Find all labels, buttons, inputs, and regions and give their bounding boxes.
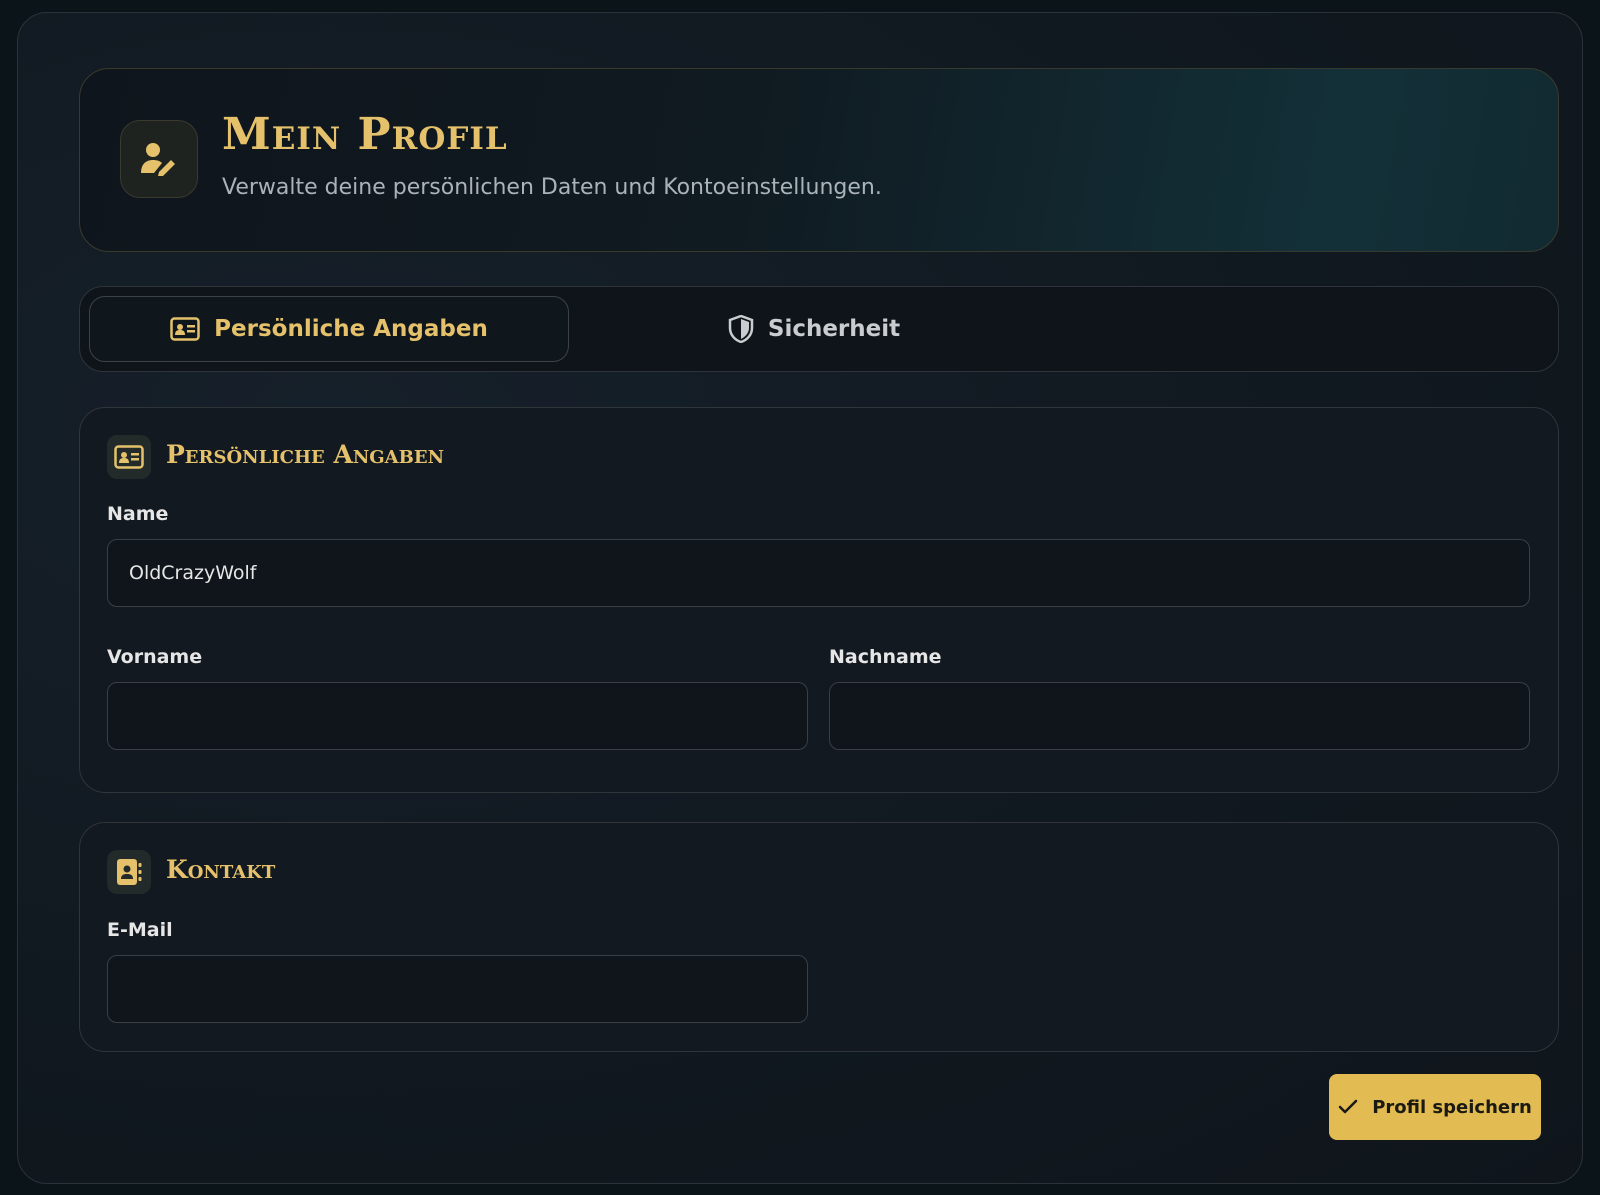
tab-security-label: Sicherheit (767, 316, 901, 342)
profile-panel: Mein Profil Verwalte deine persönlichen … (17, 12, 1583, 1184)
user-edit-icon (141, 143, 175, 176)
email-label: E-Mail (107, 919, 173, 941)
save-profile-button[interactable]: Profil speichern (1329, 1074, 1541, 1140)
personal-info-section: Persönliche Angaben Name OldCrazyWolf Vo… (79, 407, 1559, 793)
section-icon-box (107, 435, 151, 479)
save-profile-label: Profil speichern (1372, 1096, 1532, 1118)
email-field[interactable] (107, 955, 808, 1023)
tab-security[interactable]: Sicherheit (569, 296, 1059, 362)
section-icon-box (107, 850, 151, 894)
id-card-icon (170, 317, 200, 341)
header-icon-box (120, 120, 198, 198)
tab-personal-info[interactable]: Persönliche Angaben (89, 296, 569, 362)
page-title: Mein Profil (222, 109, 508, 160)
name-field[interactable]: OldCrazyWolf (107, 539, 1530, 607)
contact-book-icon (117, 859, 142, 885)
id-card-icon (114, 445, 144, 469)
firstname-label: Vorname (107, 646, 203, 668)
name-label: Name (107, 503, 169, 525)
tab-personal-info-label: Persönliche Angaben (214, 316, 488, 342)
shield-icon (728, 315, 754, 343)
lastname-field[interactable] (829, 682, 1530, 750)
check-icon (1338, 1099, 1358, 1114)
section-title: Persönliche Angaben (166, 440, 445, 469)
contact-section: Kontakt E-Mail (79, 822, 1559, 1052)
tab-bar: Persönliche Angaben Sicherheit (79, 286, 1559, 372)
section-title: Kontakt (166, 855, 276, 884)
lastname-label: Nachname (829, 646, 942, 668)
profile-header: Mein Profil Verwalte deine persönlichen … (79, 68, 1559, 252)
page-subtitle: Verwalte deine persönlichen Daten und Ko… (222, 175, 882, 200)
firstname-field[interactable] (107, 682, 808, 750)
